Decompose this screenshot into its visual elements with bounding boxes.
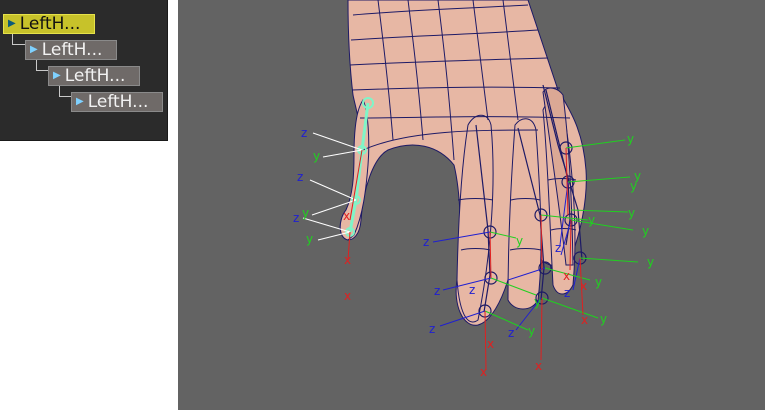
axis-label-z: z <box>508 326 514 340</box>
axis-label-x: x <box>563 269 570 283</box>
axis-label-y: y <box>313 149 320 163</box>
axis-label-x: x <box>535 359 542 373</box>
axis-label-y: y <box>588 213 595 227</box>
hand-mesh <box>339 0 587 326</box>
3d-viewport[interactable]: z y z z y y x x x z z z z z z z y y y y … <box>178 0 765 410</box>
outliner-panel: ▶ LeftH... ▶ LeftH... ▶ LeftH... ▶ LeftH… <box>0 0 168 141</box>
axis-label-y: y <box>516 234 523 248</box>
axis-label-y: y <box>600 312 607 326</box>
middle-finger-shape <box>507 118 542 310</box>
axis-label-y: y <box>306 232 313 246</box>
axis-label-x: x <box>344 289 351 303</box>
axis-label-y: y <box>534 295 541 309</box>
axis-label-y: y <box>628 206 635 220</box>
node-label: LeftH... <box>19 14 81 34</box>
axis-label-z: z <box>564 286 570 300</box>
node-label: LeftH... <box>41 40 103 60</box>
axis-label-z: z <box>555 241 561 255</box>
axis-label-y: y <box>595 275 602 289</box>
empty-area <box>0 141 178 410</box>
axis-label-z: z <box>301 126 307 140</box>
joint-icon: ▶ <box>8 18 16 29</box>
outliner-node-3[interactable]: ▶ LeftH... <box>48 66 140 86</box>
axis-label-x: x <box>580 279 587 293</box>
scene-svg: z y z z y y x x x z z z z z z z y y y y … <box>293 0 654 379</box>
axis-label-x: x <box>343 209 350 223</box>
axis-label-x: x <box>344 253 351 267</box>
node-label: LeftH... <box>87 92 149 112</box>
node-label: LeftH... <box>64 66 126 86</box>
axis-label-y: y <box>627 132 634 146</box>
axis-label-y: y <box>642 224 649 238</box>
axis-label-y: y <box>528 324 535 338</box>
axis-label-z: z <box>297 170 303 184</box>
axis-label-y: y <box>647 255 654 269</box>
outliner-node-2[interactable]: ▶ LeftH... <box>25 40 117 60</box>
joint-icon: ▶ <box>30 44 38 55</box>
axis-label-x: x <box>581 313 588 327</box>
outliner-node-1[interactable]: ▶ LeftH... <box>3 14 95 34</box>
axis-label-z: z <box>469 283 475 297</box>
outliner-node-4[interactable]: ▶ LeftH... <box>71 92 163 112</box>
axis-label-y: y <box>302 206 309 220</box>
axis-label-z: z <box>429 322 435 336</box>
axis-label-z: z <box>423 235 429 249</box>
axis-label-z: z <box>293 211 299 225</box>
axis-label-x: x <box>487 337 494 351</box>
joint-icon: ▶ <box>76 96 84 107</box>
axis-label-z: z <box>434 284 440 298</box>
axis-label-y: y <box>630 179 637 193</box>
joint-icon: ▶ <box>53 70 61 81</box>
axis-label-x: x <box>480 365 487 379</box>
